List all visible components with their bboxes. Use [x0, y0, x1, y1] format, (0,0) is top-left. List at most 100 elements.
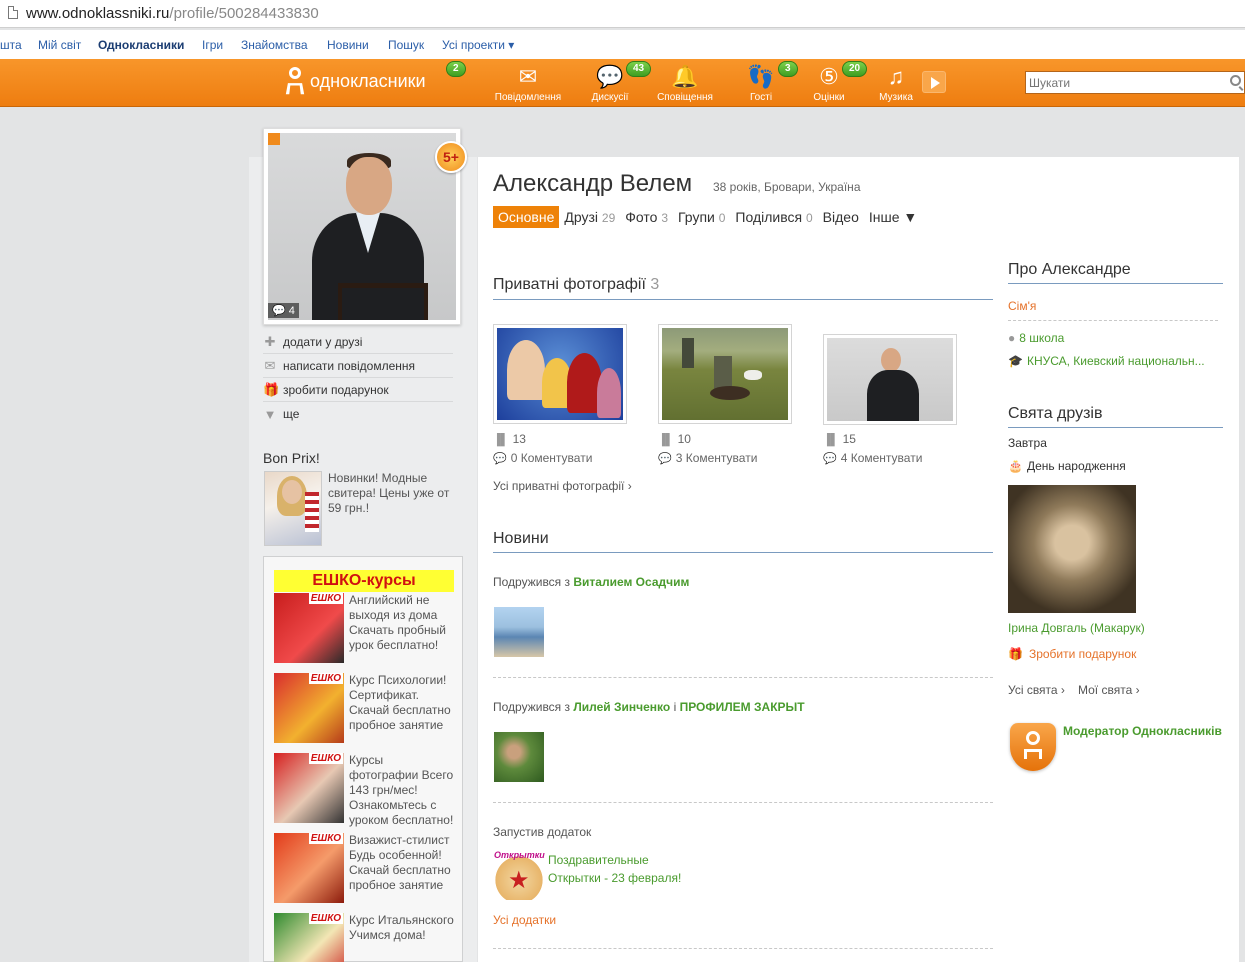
ad-eshko-item[interactable]: ЕШКО Курс Итальянского Учимся дома!: [274, 913, 454, 962]
news-item-text: Подружився з Виталием Осадчим: [493, 575, 690, 589]
private-photo[interactable]: [493, 324, 627, 424]
ad-bonprix-text[interactable]: Новинки! Модные свитера! Цены уже от 59 …: [328, 471, 458, 516]
main-toolbar: однокласники 2 ✉ Повідомлення 💬 Дискусії…: [0, 59, 1245, 107]
friend-avatar[interactable]: [494, 607, 544, 657]
section-divider: [1008, 427, 1223, 428]
all-holidays-link[interactable]: Усі свята ›: [1008, 683, 1065, 697]
all-apps-link[interactable]: Усі додатки: [493, 913, 556, 927]
bar-chart-icon: ▐▌: [823, 434, 839, 446]
cake-icon: 🎂: [1008, 459, 1023, 473]
section-divider: [1008, 283, 1223, 284]
guests-badge: 3: [778, 61, 798, 77]
profile-avatar[interactable]: 💬 4: [263, 128, 461, 325]
ok-logo-icon: [285, 67, 305, 95]
all-private-photos-link[interactable]: Усі приватні фотографії ›: [493, 479, 632, 493]
toplink-search[interactable]: Пошук: [388, 38, 424, 52]
private-photo[interactable]: [823, 334, 957, 425]
write-message-action[interactable]: ✉ написати повідомлення: [263, 354, 453, 378]
ratings-badge: 20: [842, 61, 868, 77]
family-link[interactable]: Сім'я: [1008, 299, 1036, 313]
photo-comments-link[interactable]: 💬 4 Коментувати: [823, 451, 922, 465]
five-plus-badge[interactable]: 5+: [435, 141, 467, 173]
private-photos-title[interactable]: Приватні фотографії 3: [493, 276, 659, 294]
friend-link[interactable]: ПРОФИЛЕМ ЗАКРЫТ: [680, 700, 805, 714]
nav-messages[interactable]: ✉ Повідомлення: [493, 64, 563, 104]
search-box: [1025, 71, 1245, 94]
friend-link[interactable]: Лилей Зинченко: [573, 700, 670, 714]
toplink-odnoklassniki[interactable]: Однокласники: [98, 38, 184, 52]
ad-eshko-item[interactable]: ЕШКО Английский не выходя из дома Скачат…: [274, 593, 454, 668]
section-divider: [493, 299, 993, 300]
url-text[interactable]: www.odnoklassniki.ru/profile/50028443383…: [26, 5, 319, 22]
toplink-mail[interactable]: шта: [0, 38, 22, 52]
nav-guests[interactable]: 👣 Гості: [743, 65, 779, 104]
triangle-down-icon: ▼: [263, 406, 277, 422]
news-title[interactable]: Новини: [493, 530, 549, 548]
photo-views: ▐▌ 15: [823, 432, 856, 446]
photo-views: ▐▌ 13: [493, 432, 526, 446]
search-input[interactable]: [1026, 72, 1216, 93]
photo-comments-link[interactable]: 💬 0 Коментувати: [493, 451, 592, 465]
avatar-photo[interactable]: [268, 133, 456, 320]
toplink-dating[interactable]: Знайомства: [241, 38, 308, 52]
about-title[interactable]: Про Александре: [1008, 261, 1131, 279]
ad-bonprix-title[interactable]: Bon Prix!: [263, 450, 320, 466]
comment-icon: 💬: [493, 453, 507, 465]
nav-music[interactable]: ♫ Музика: [876, 65, 916, 104]
holidays-title[interactable]: Свята друзів: [1008, 405, 1102, 423]
ad-image: ЕШКО: [274, 913, 344, 962]
moderator-link[interactable]: Модератор Однокласників: [1063, 724, 1222, 738]
tab-main[interactable]: Основне: [493, 206, 560, 228]
holiday-person-photo[interactable]: [1008, 485, 1136, 613]
nav-notifications[interactable]: 🔔 Сповіщення: [654, 65, 716, 104]
app-name-link[interactable]: Поздравительные: [548, 853, 649, 867]
ad-image: ЕШКО: [274, 593, 344, 663]
tab-more[interactable]: Інше ▼: [864, 206, 922, 228]
news-divider: [493, 802, 993, 803]
add-friend-action[interactable]: ✚ додати у друзі: [263, 330, 453, 354]
profile-name: Александр Велем: [493, 170, 693, 197]
tab-shared[interactable]: Поділився 0: [730, 206, 817, 228]
university-link[interactable]: 🎓 КНУСА, Киевский национальн...: [1008, 354, 1205, 368]
ad-eshko-item[interactable]: ЕШКО Курсы фотографии Всего 143 грн/мес!…: [274, 753, 454, 828]
tab-groups[interactable]: Групи 0: [673, 206, 730, 228]
moderator-shield-icon[interactable]: [1010, 723, 1056, 771]
toplink-all-projects[interactable]: Усі проекти ▾: [442, 38, 514, 52]
make-gift-action[interactable]: 🎁 зробити подарунок: [263, 378, 453, 402]
tab-video[interactable]: Відео: [818, 206, 864, 228]
photo-comments-link[interactable]: 💬 3 Коментувати: [658, 451, 757, 465]
friend-avatar[interactable]: [494, 732, 544, 782]
make-gift-link[interactable]: 🎁 Зробити подарунок: [1008, 647, 1136, 661]
my-holidays-link[interactable]: Мої свята ›: [1078, 683, 1140, 697]
ad-image: ЕШКО: [274, 753, 344, 823]
toplink-games[interactable]: Ігри: [202, 38, 223, 52]
holiday-when: Завтра: [1008, 436, 1047, 450]
news-item-text: Подружився з Лилей Зинченко і ПРОФИЛЕМ З…: [493, 700, 805, 714]
browser-address-bar[interactable]: www.odnoklassniki.ru/profile/50028443383…: [0, 0, 1245, 28]
private-photo[interactable]: [658, 324, 792, 424]
ad-eshko-item[interactable]: ЕШКО Визажист-стилист Будь особенной! Ск…: [274, 833, 454, 908]
profile-meta: 38 років, Бровари, Україна: [713, 180, 861, 194]
play-icon[interactable]: [922, 71, 946, 93]
ad-bonprix-image[interactable]: [264, 471, 322, 546]
envelope-icon: ✉: [518, 64, 538, 89]
app-name-link[interactable]: Открытки - 23 февраля!: [548, 871, 681, 885]
friend-link[interactable]: Виталием Осадчим: [573, 575, 689, 589]
school-link[interactable]: ● 8 школа: [1008, 331, 1064, 345]
tab-friends[interactable]: Друзі 29: [559, 206, 620, 228]
ad-image: ЕШКО: [274, 673, 344, 743]
toplink-news[interactable]: Новини: [327, 38, 369, 52]
profile-tabs: Основне Друзі 29 Фото 3 Групи 0 Поділивс…: [493, 206, 922, 228]
app-icon[interactable]: Открытки ★: [494, 850, 545, 900]
plus-icon: ✚: [264, 333, 276, 349]
search-icon[interactable]: [1230, 75, 1241, 86]
avatar-comments-badge[interactable]: 💬 4: [268, 303, 299, 318]
ad-eshko-title[interactable]: ЕШКО-курсы: [274, 570, 454, 592]
site-logo[interactable]: однокласники: [285, 67, 426, 95]
tab-photos[interactable]: Фото 3: [620, 206, 673, 228]
holiday-event: 🎂 День народження: [1008, 459, 1126, 473]
more-action[interactable]: ▼ ще: [263, 402, 453, 426]
toplink-my-world[interactable]: Мій світ: [38, 38, 81, 52]
holiday-person-link[interactable]: Ірина Довгаль (Макарук): [1008, 621, 1145, 635]
ad-eshko-item[interactable]: ЕШКО Курс Психологии! Сертификат. Скачай…: [274, 673, 454, 748]
